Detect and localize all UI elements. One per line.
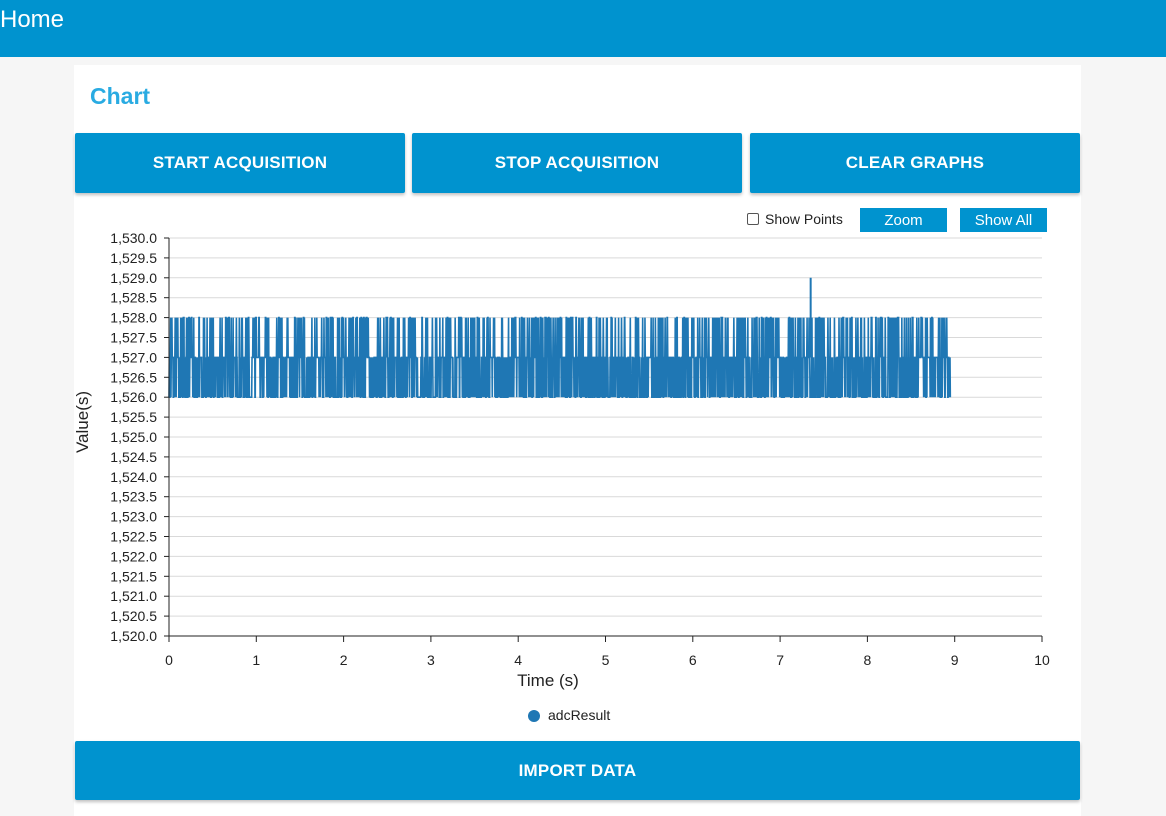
- y-tick-label: 1,530.0: [110, 230, 157, 246]
- x-tick-label: 7: [776, 652, 784, 668]
- y-tick-label: 1,523.5: [110, 489, 157, 505]
- y-tick-label: 1,525.5: [110, 409, 157, 425]
- line-chart: 1,520.0 1,520.5 1,521.0 1,521.5 1,522.0 1,522…: [73, 230, 1050, 723]
- chart-legend: adcResult: [528, 707, 610, 723]
- y-tick-label: 1,525.0: [110, 429, 157, 445]
- x-tick-label: 0: [165, 652, 173, 668]
- x-tick-label: 10: [1034, 652, 1050, 668]
- y-tick-label: 1,529.0: [110, 270, 157, 286]
- x-tick-label: 3: [427, 652, 435, 668]
- y-tick-label: 1,527.5: [110, 330, 157, 346]
- y-tick-label: 1,524.5: [110, 449, 157, 465]
- y-tick-label: 1,524.0: [110, 469, 157, 485]
- y-tick-label: 1,522.5: [110, 529, 157, 545]
- y-tick-label: 1,520.0: [110, 628, 157, 644]
- y-tick-label: 1,521.0: [110, 588, 157, 604]
- y-tick-label: 1,521.5: [110, 568, 157, 584]
- chart-grid: [169, 237, 1042, 637]
- y-tick-label: 1,528.0: [110, 310, 157, 326]
- chart-axes: 1,520.0 1,520.5 1,521.0 1,521.5 1,522.0 1,522…: [110, 230, 1050, 668]
- y-axis-title: Value(s): [73, 391, 92, 453]
- y-tick-label: 1,520.5: [110, 608, 157, 624]
- x-tick-label: 6: [689, 652, 697, 668]
- x-tick-label: 9: [951, 652, 959, 668]
- x-tick-label: 5: [602, 652, 610, 668]
- x-tick-label: 2: [340, 652, 348, 668]
- y-tick-label: 1,529.5: [110, 250, 157, 266]
- y-tick-label: 1,526.5: [110, 369, 157, 385]
- legend-label: adcResult: [548, 707, 610, 723]
- y-tick-label: 1,528.5: [110, 290, 157, 306]
- x-tick-label: 1: [252, 652, 260, 668]
- y-tick-label: 1,527.0: [110, 349, 157, 365]
- y-tick-label: 1,523.0: [110, 509, 157, 525]
- series-line-adcResult: [168, 316, 952, 399]
- y-tick-label: 1,522.0: [110, 548, 157, 564]
- x-tick-label: 4: [514, 652, 522, 668]
- y-tick-label: 1,526.0: [110, 389, 157, 405]
- x-axis-title: Time (s): [517, 671, 579, 690]
- legend-marker: [528, 710, 540, 722]
- x-tick-label: 8: [864, 652, 872, 668]
